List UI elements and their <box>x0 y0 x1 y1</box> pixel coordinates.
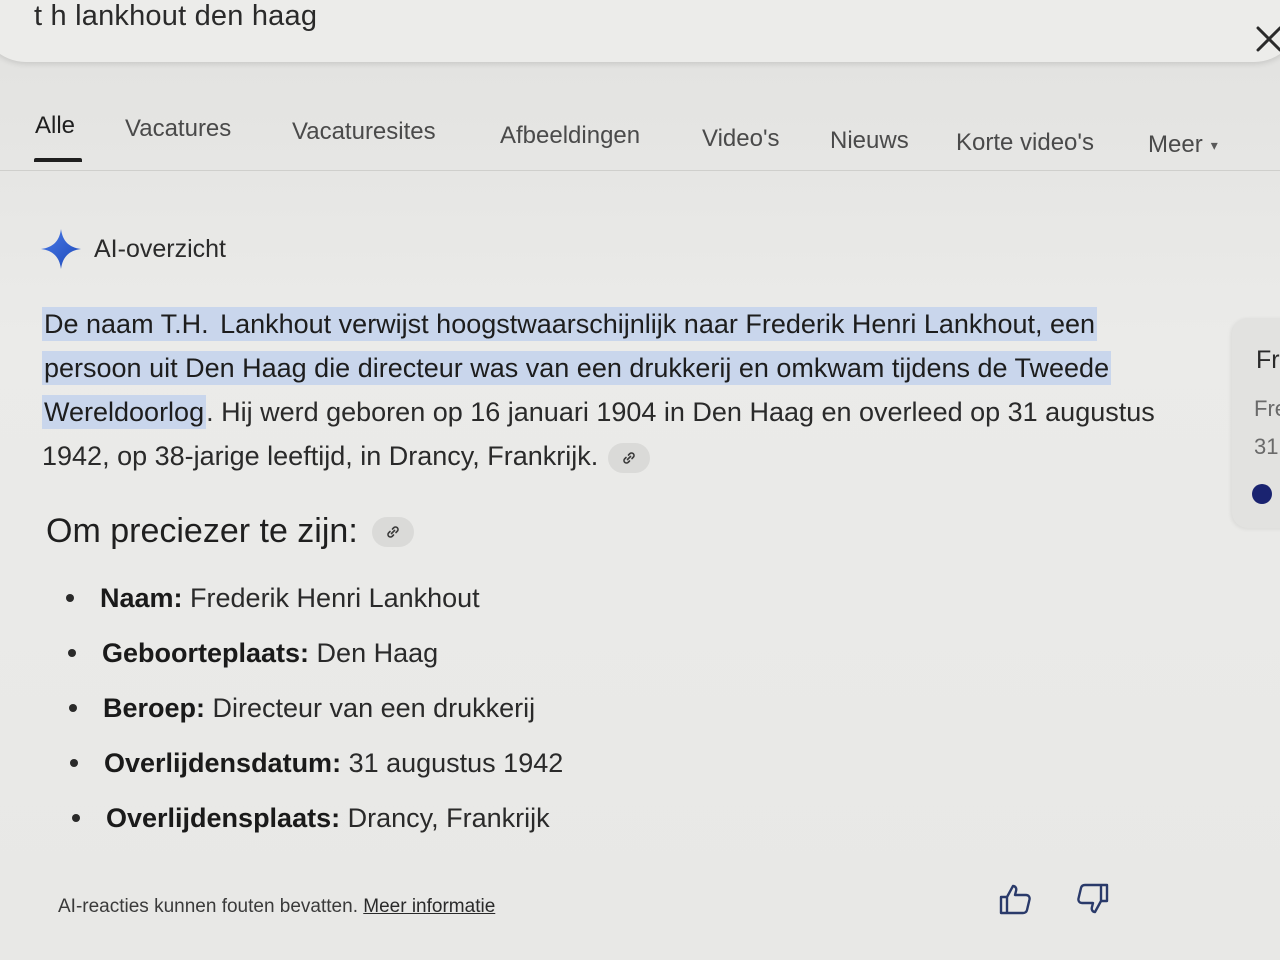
list-item: Overlijdensplaats: Drancy, Frankrijk <box>72 794 563 849</box>
source-link-button[interactable] <box>608 442 651 473</box>
fact-value: 31 augustus 1942 <box>341 748 564 778</box>
side-card-line-1: Fre <box>1254 396 1280 421</box>
bullet <box>72 814 80 822</box>
list-item: Geboorteplaats: Den Haag <box>68 629 563 684</box>
fact-value: Den Haag <box>309 638 439 668</box>
heading-source-link-button[interactable] <box>371 516 414 547</box>
tab-meer-label: Meer <box>1148 131 1203 158</box>
side-result-card[interactable]: Fr Fre 31 <box>1232 318 1280 528</box>
fact-value: Directeur van een drukkerij <box>205 693 536 723</box>
side-card-favicon <box>1252 484 1272 504</box>
fact-key: Geboorteplaats: <box>102 638 310 668</box>
list-item: Beroep: Directeur van een drukkerij <box>69 684 563 739</box>
list-item: Overlijdensdatum: 31 augustus 1942 <box>70 739 563 794</box>
tab-nieuws[interactable]: Nieuws <box>830 127 909 155</box>
summary-highlight-1: De naam T.H. <box>42 307 219 341</box>
link-icon <box>387 525 399 538</box>
thumbs-up-icon[interactable] <box>996 880 1034 918</box>
tab-alle[interactable]: Alle <box>35 112 75 140</box>
side-card-title: Fr <box>1256 346 1280 374</box>
ai-disclaimer: AI-reacties kunnen fouten bevatten. Meer… <box>58 896 495 918</box>
side-card-line-2: 31 <box>1254 434 1279 459</box>
fact-value: Frederik Henri Lankhout <box>182 583 480 613</box>
fact-key: Overlijdensdatum: <box>104 748 342 778</box>
bullet <box>66 594 74 602</box>
ai-overview-header: AI-overzicht <box>40 228 226 270</box>
fact-key: Beroep: <box>103 693 206 723</box>
close-icon[interactable] <box>1252 22 1280 56</box>
tab-korte-videos[interactable]: Korte video's <box>956 129 1094 157</box>
fact-key: Naam: <box>100 583 183 613</box>
link-icon <box>623 452 636 464</box>
bullet <box>69 704 77 712</box>
tab-vacatures[interactable]: Vacatures <box>125 115 231 143</box>
facts-list: Naam: Frederik Henri Lankhout Geboortepl… <box>66 574 563 849</box>
disclaimer-text: AI-reacties kunnen fouten bevatten. <box>58 896 358 917</box>
chevron-down-icon: ▾ <box>1210 137 1218 154</box>
tab-videos[interactable]: Video's <box>702 125 780 153</box>
active-tab-indicator <box>34 158 82 162</box>
search-results-page: t h lankhout den haag Alle Vacatures Vac… <box>0 0 1280 960</box>
search-query-text[interactable]: t h lankhout den haag <box>34 0 317 33</box>
ai-summary-paragraph: De naam T.H. Lankhout verwijst hoogstwaa… <box>42 302 1172 478</box>
summary-rest: . Hij werd geboren op 16 januari 1904 in… <box>42 397 1155 471</box>
tab-vacaturesites[interactable]: Vacaturesites <box>292 118 436 146</box>
bullet <box>70 759 78 767</box>
sparkle-icon <box>41 229 81 269</box>
bullet <box>68 649 76 657</box>
list-item: Naam: Frederik Henri Lankhout <box>66 574 563 629</box>
details-heading: Om preciezer te zijn: <box>46 512 414 551</box>
tab-afbeeldingen[interactable]: Afbeeldingen <box>500 122 640 150</box>
thumbs-down-icon[interactable] <box>1074 880 1112 918</box>
details-heading-text: Om preciezer te zijn: <box>46 512 358 550</box>
ai-overview-title: AI-overzicht <box>94 234 226 263</box>
more-info-link[interactable]: Meer informatie <box>363 896 495 917</box>
tab-meer[interactable]: Meer ▾ <box>1148 131 1218 159</box>
fact-value: Drancy, Frankrijk <box>340 803 550 833</box>
fact-key: Overlijdensplaats: <box>106 803 341 833</box>
